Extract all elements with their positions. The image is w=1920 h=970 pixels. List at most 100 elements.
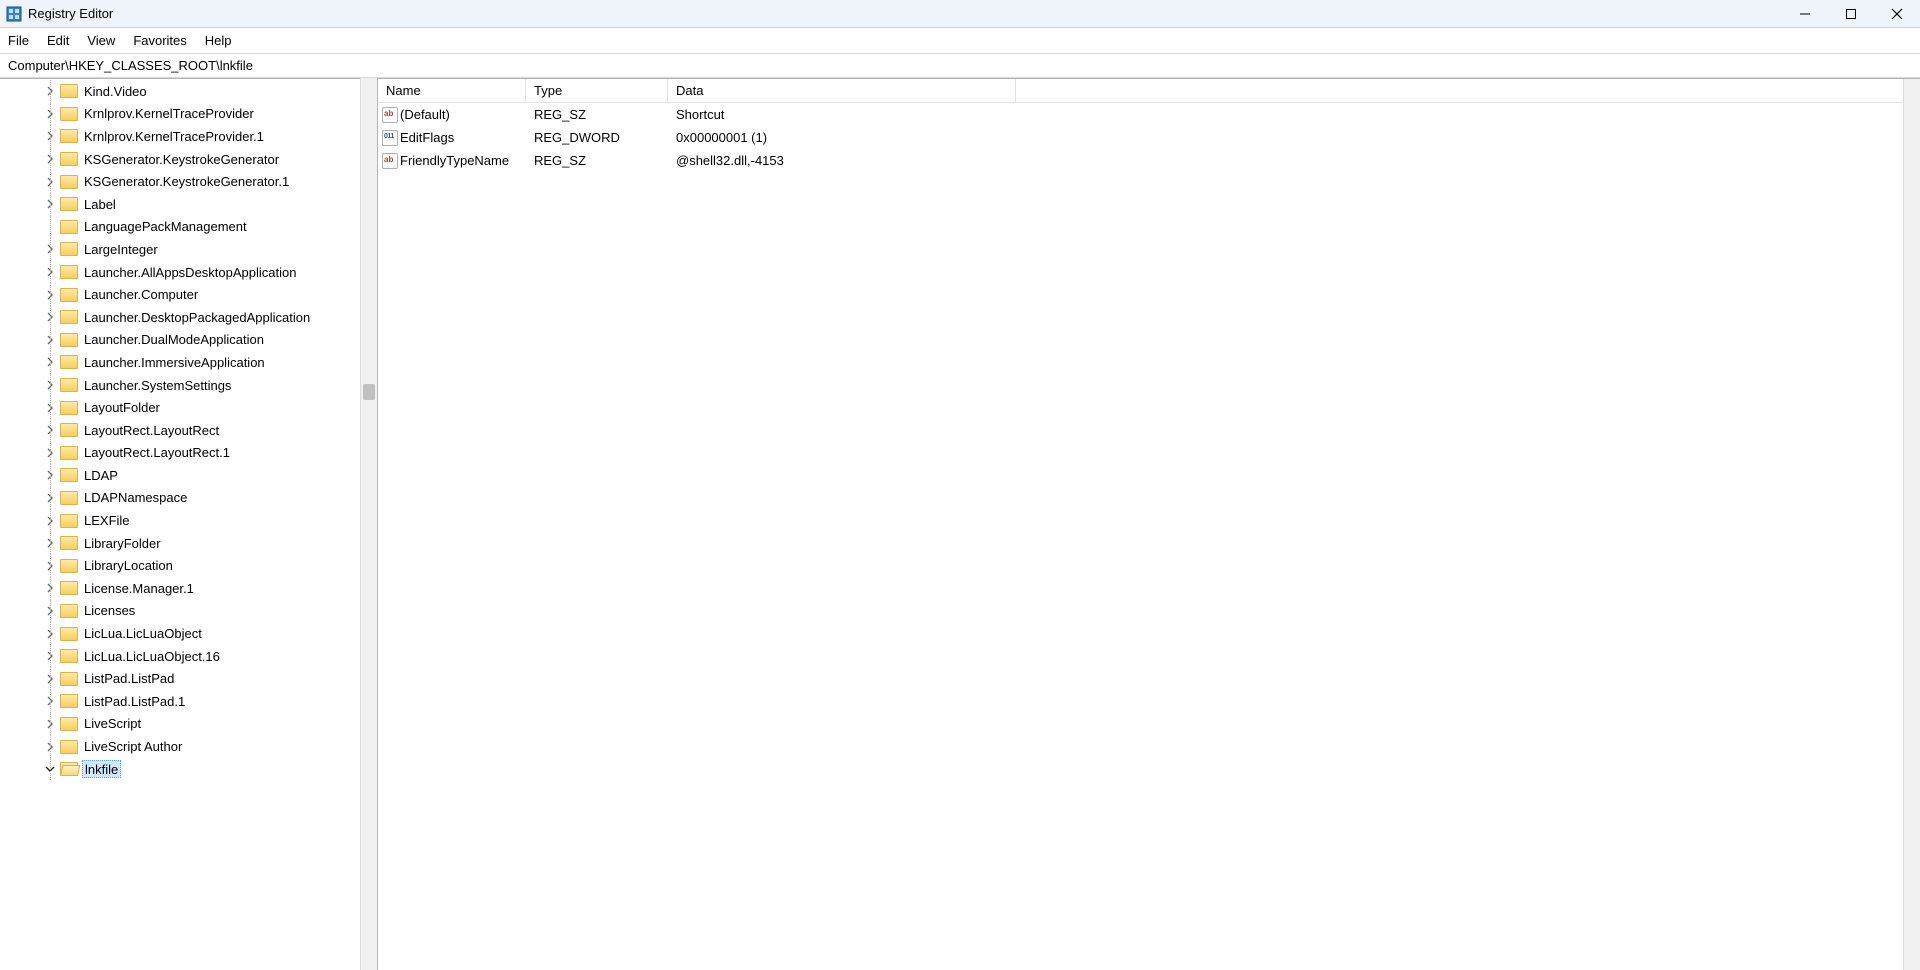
values-list[interactable]: (Default)REG_SZShortcutEditFlagsREG_DWOR…	[378, 103, 1920, 172]
tree-item-label: Label	[84, 197, 116, 212]
menubar: File Edit View Favorites Help	[0, 28, 1920, 54]
menu-favorites[interactable]: Favorites	[133, 33, 186, 48]
tree-item[interactable]: LayoutRect.LayoutRect.1	[18, 442, 377, 465]
chevron-right-icon[interactable]	[42, 467, 58, 483]
minimize-button[interactable]	[1782, 0, 1828, 28]
tree-item[interactable]: Launcher.AllAppsDesktopApplication	[18, 261, 377, 284]
chevron-right-icon[interactable]	[42, 603, 58, 619]
folder-icon	[60, 446, 78, 460]
chevron-right-icon[interactable]	[42, 739, 58, 755]
tree-item[interactable]: Licenses	[18, 600, 377, 623]
tree-item[interactable]: Label	[18, 193, 377, 216]
tree-item[interactable]: lnkfile	[18, 758, 377, 781]
tree-item[interactable]: LicLua.LicLuaObject	[18, 622, 377, 645]
column-name[interactable]: Name	[378, 79, 526, 102]
tree-item[interactable]: KSGenerator.KeystrokeGenerator.1	[18, 170, 377, 193]
tree-scrollbar[interactable]	[360, 78, 377, 970]
values-scrollbar[interactable]	[1903, 79, 1920, 970]
chevron-right-icon[interactable]	[42, 287, 58, 303]
folder-icon	[60, 627, 78, 641]
chevron-right-icon[interactable]	[42, 400, 58, 416]
tree-item-label: KSGenerator.KeystrokeGenerator	[84, 152, 279, 167]
chevron-right-icon[interactable]	[42, 648, 58, 664]
chevron-right-icon[interactable]	[42, 377, 58, 393]
registry-tree[interactable]: Kind.Video Krnlprov.KernelTraceProvider Kr…	[0, 80, 377, 780]
chevron-right-icon[interactable]	[42, 241, 58, 257]
close-button[interactable]	[1874, 0, 1920, 28]
folder-icon	[60, 717, 78, 731]
folder-icon	[60, 694, 78, 708]
chevron-right-icon[interactable]	[42, 128, 58, 144]
tree-item[interactable]: LanguagePackManagement	[18, 216, 377, 239]
tree-item-label: LiveScript Author	[84, 739, 182, 754]
chevron-right-icon[interactable]	[42, 264, 58, 280]
folder-icon	[60, 604, 78, 618]
chevron-right-icon[interactable]	[42, 716, 58, 732]
folder-icon	[60, 649, 78, 663]
chevron-right-icon[interactable]	[42, 309, 58, 325]
tree-item[interactable]: ListPad.ListPad.1	[18, 690, 377, 713]
tree-item[interactable]: License.Manager.1	[18, 577, 377, 600]
tree-item-label: Krnlprov.KernelTraceProvider.1	[84, 129, 264, 144]
value-row[interactable]: FriendlyTypeNameREG_SZ@shell32.dll,-4153	[378, 149, 1920, 172]
tree-item[interactable]: ListPad.ListPad	[18, 667, 377, 690]
chevron-right-icon[interactable]	[42, 332, 58, 348]
chevron-right-icon[interactable]	[42, 106, 58, 122]
tree-item[interactable]: KSGenerator.KeystrokeGenerator	[18, 148, 377, 171]
chevron-right-icon[interactable]	[42, 445, 58, 461]
chevron-right-icon[interactable]	[42, 174, 58, 190]
chevron-right-icon[interactable]	[42, 671, 58, 687]
menu-file[interactable]: File	[8, 33, 29, 48]
menu-edit[interactable]: Edit	[47, 33, 69, 48]
tree-item[interactable]: Krnlprov.KernelTraceProvider.1	[18, 125, 377, 148]
tree-item[interactable]: Launcher.DualModeApplication	[18, 329, 377, 352]
tree-item[interactable]: Launcher.DesktopPackagedApplication	[18, 306, 377, 329]
chevron-right-icon[interactable]	[42, 83, 58, 99]
chevron-right-icon[interactable]	[42, 535, 58, 551]
tree-item[interactable]: LicLua.LicLuaObject.16	[18, 645, 377, 668]
chevron-right-icon[interactable]	[42, 580, 58, 596]
tree-item[interactable]: Kind.Video	[18, 80, 377, 103]
folder-icon	[60, 378, 78, 392]
chevron-right-icon[interactable]	[42, 354, 58, 370]
tree-item-label: LayoutRect.LayoutRect	[84, 423, 219, 438]
tree-item[interactable]: LayoutRect.LayoutRect	[18, 419, 377, 442]
tree-item[interactable]: LargeInteger	[18, 238, 377, 261]
chevron-right-icon[interactable]	[42, 196, 58, 212]
reg-sz-icon	[382, 153, 398, 169]
tree-item-label: ListPad.ListPad.1	[84, 694, 185, 709]
folder-icon	[60, 152, 78, 166]
tree-item[interactable]: LiveScript Author	[18, 735, 377, 758]
tree-item[interactable]: Launcher.Computer	[18, 283, 377, 306]
chevron-right-icon[interactable]	[42, 693, 58, 709]
chevron-right-icon[interactable]	[42, 558, 58, 574]
tree-item[interactable]: LDAPNamespace	[18, 487, 377, 510]
tree-item-label: Kind.Video	[84, 84, 147, 99]
address-bar[interactable]: Computer\HKEY_CLASSES_ROOT\lnkfile	[0, 54, 1920, 78]
tree-item[interactable]: LDAP	[18, 464, 377, 487]
tree-item-label: Launcher.ImmersiveApplication	[84, 355, 265, 370]
tree-item[interactable]: LayoutFolder	[18, 396, 377, 419]
column-type[interactable]: Type	[526, 79, 668, 102]
maximize-button[interactable]	[1828, 0, 1874, 28]
column-data[interactable]: Data	[668, 79, 1016, 102]
chevron-right-icon[interactable]	[42, 422, 58, 438]
tree-item[interactable]: LiveScript	[18, 713, 377, 736]
chevron-right-icon[interactable]	[42, 513, 58, 529]
value-row[interactable]: EditFlagsREG_DWORD0x00000001 (1)	[378, 126, 1920, 149]
menu-help[interactable]: Help	[205, 33, 232, 48]
tree-item[interactable]: LibraryFolder	[18, 532, 377, 555]
tree-item[interactable]: Launcher.ImmersiveApplication	[18, 351, 377, 374]
chevron-right-icon[interactable]	[42, 626, 58, 642]
chevron-right-icon[interactable]	[42, 490, 58, 506]
tree-item[interactable]: LEXFile	[18, 509, 377, 532]
tree-item[interactable]: Launcher.SystemSettings	[18, 374, 377, 397]
value-row[interactable]: (Default)REG_SZShortcut	[378, 103, 1920, 126]
tree-scrollbar-thumb[interactable]	[363, 384, 375, 400]
menu-view[interactable]: View	[87, 33, 115, 48]
chevron-down-icon[interactable]	[42, 761, 58, 777]
chevron-right-icon[interactable]	[42, 151, 58, 167]
tree-item[interactable]: Krnlprov.KernelTraceProvider	[18, 103, 377, 126]
folder-icon	[60, 175, 78, 189]
tree-item[interactable]: LibraryLocation	[18, 554, 377, 577]
